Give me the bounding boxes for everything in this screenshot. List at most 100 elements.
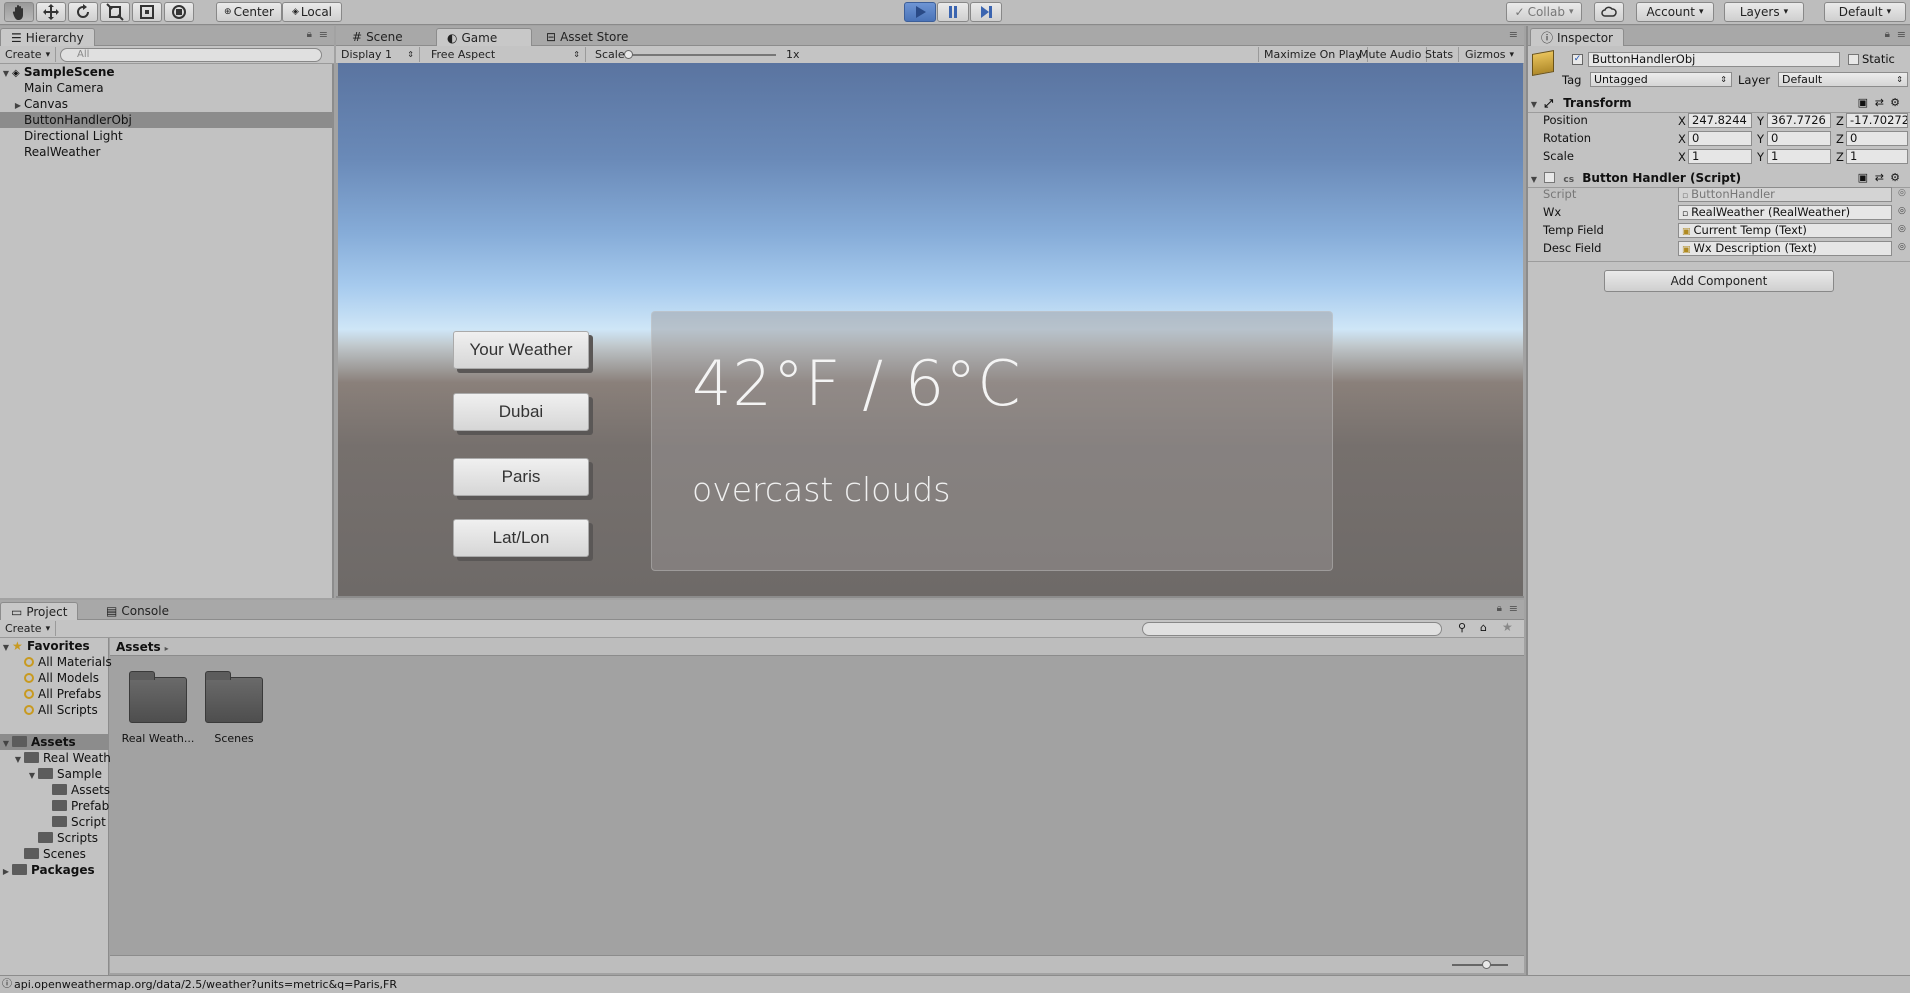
hierarchy-item-realweather[interactable]: RealWeather — [0, 144, 332, 160]
lock-icon[interactable]: 🔒︎ — [1497, 603, 1502, 614]
asset-folder-label[interactable]: Scenes — [194, 732, 274, 745]
tab-hierarchy[interactable]: ☰ Hierarchy — [0, 28, 95, 46]
tab-game[interactable]: ◐ Game — [436, 28, 532, 46]
step-button[interactable] — [970, 2, 1002, 22]
temp-field[interactable]: ▣ Current Temp (Text) — [1678, 223, 1892, 238]
object-picker-icon[interactable]: ◎ — [1898, 224, 1906, 234]
rotate-tool-icon[interactable] — [68, 2, 98, 22]
preset-icon[interactable]: ⇄ — [1875, 168, 1884, 188]
tree-item[interactable]: ▼ Real Weath — [0, 750, 111, 766]
hierarchy-create-button[interactable]: Create ▾ — [0, 47, 57, 62]
tree-item[interactable]: Assets — [0, 782, 110, 798]
mute-audio-toggle[interactable]: Mute Audio — [1354, 47, 1428, 62]
account-dropdown[interactable]: Account ▾ — [1636, 2, 1714, 22]
hierarchy-item-canvas[interactable]: ▶ Canvas — [0, 96, 332, 112]
tab-inspector[interactable]: ⓘ Inspector — [1530, 28, 1624, 46]
project-create-button[interactable]: Create ▾ — [0, 621, 57, 636]
play-button[interactable] — [904, 2, 936, 22]
favorite-item[interactable]: All Prefabs — [0, 686, 101, 702]
folder-icon[interactable] — [129, 671, 187, 723]
hand-tool-icon[interactable] — [4, 2, 34, 22]
transform-header[interactable]: ▼ ⤢ Transform ⚙ ⇄ ▣ — [1528, 93, 1910, 113]
panel-menu-icon[interactable]: ≡ — [1509, 28, 1518, 41]
object-name-field[interactable]: ButtonHandlerObj — [1588, 52, 1840, 67]
favorite-star-icon[interactable]: ★ — [1502, 620, 1513, 634]
scale-slider[interactable]: Scale 1x — [590, 47, 800, 62]
desc-field[interactable]: ▣ Wx Description (Text) — [1678, 241, 1892, 256]
favorite-item[interactable]: All Models — [0, 670, 99, 686]
gizmos-dropdown[interactable]: Gizmos ▾ — [1460, 47, 1519, 62]
filter-type-icon[interactable]: ⚲ — [1458, 621, 1466, 634]
static-checkbox[interactable] — [1848, 54, 1859, 65]
help-book-icon[interactable]: ▣ — [1858, 168, 1868, 188]
lock-icon[interactable]: 🔒︎ — [307, 29, 312, 40]
help-book-icon[interactable]: ▣ — [1858, 93, 1868, 113]
scale-z-field[interactable]: 1 — [1846, 149, 1908, 164]
asset-folder-label[interactable]: Real Weath... — [118, 732, 198, 745]
tab-project[interactable]: ▭ Project — [0, 602, 79, 620]
button-handler-header[interactable]: ▼ cs Button Handler (Script) ⚙ ⇄ ▣ — [1528, 168, 1910, 188]
active-checkbox[interactable]: ✓ — [1572, 54, 1583, 65]
scale-thumb[interactable] — [624, 50, 633, 59]
scene-row[interactable]: ▼ ◈ SampleScene — [0, 64, 332, 80]
dubai-button[interactable]: Dubai — [453, 393, 589, 431]
component-enabled-checkbox[interactable] — [1544, 172, 1556, 183]
scale-x-field[interactable]: 1 — [1688, 149, 1752, 164]
transform-tool-icon[interactable] — [164, 2, 194, 22]
object-picker-icon[interactable]: ◎ — [1898, 242, 1906, 252]
tree-item[interactable]: Script — [0, 814, 106, 830]
tab-asset-store[interactable]: ⊟ Asset Store — [536, 28, 638, 46]
wx-field[interactable]: ▫ RealWeather (RealWeather) — [1678, 205, 1892, 220]
position-y-field[interactable]: 367.7726 — [1767, 113, 1831, 128]
panel-menu-icon[interactable]: ≡ — [1509, 602, 1518, 615]
tab-console[interactable]: ▤ Console — [96, 602, 179, 620]
layer-dropdown[interactable]: Default ⇕ — [1778, 72, 1908, 87]
move-tool-icon[interactable] — [36, 2, 66, 22]
component-settings-icon[interactable]: ⚙ — [1890, 93, 1900, 113]
rotation-x-field[interactable]: 0 — [1688, 131, 1752, 146]
game-view[interactable]: Your Weather Dubai Paris Lat/Lon 42°F / … — [338, 63, 1523, 596]
rect-tool-icon[interactable] — [132, 2, 162, 22]
maximize-on-play-toggle[interactable]: Maximize On Play — [1258, 47, 1368, 62]
tree-item[interactable]: Scenes — [0, 846, 86, 862]
zoom-thumb[interactable] — [1482, 960, 1491, 969]
status-bar[interactable]: ⓘ api.openweathermap.org/data/2.5/weathe… — [0, 975, 1910, 993]
collab-dropdown[interactable]: ✓ Collab ▾ — [1506, 2, 1582, 22]
display-dropdown[interactable]: Display 1 ⇕ — [336, 47, 420, 62]
pivot-local-button[interactable]: ◈ Local — [282, 2, 342, 22]
assets-root-row[interactable]: ▼ Assets — [0, 734, 108, 750]
favorites-row[interactable]: ▼ ★ Favorites — [0, 638, 90, 654]
aspect-dropdown[interactable]: Free Aspect ⇕ — [426, 47, 586, 62]
your-weather-button[interactable]: Your Weather — [453, 331, 589, 369]
scale-tool-icon[interactable] — [100, 2, 130, 22]
tree-item[interactable]: ▼ Sample — [0, 766, 102, 782]
stats-toggle[interactable]: Stats — [1420, 47, 1460, 62]
favorite-item[interactable]: All Materials — [0, 654, 112, 670]
lock-icon[interactable]: 🔒︎ — [1885, 29, 1890, 40]
favorite-item[interactable]: All Scripts — [0, 702, 98, 718]
assets-breadcrumb[interactable]: Assets ▸ — [110, 638, 1524, 656]
hierarchy-search-input[interactable]: All — [60, 48, 322, 62]
tab-scene[interactable]: # Scene — [342, 28, 413, 46]
latlon-button[interactable]: Lat/Lon — [453, 519, 589, 557]
hierarchy-item-directional-light[interactable]: Directional Light — [0, 128, 332, 144]
scale-y-field[interactable]: 1 — [1767, 149, 1831, 164]
object-picker-icon[interactable]: ◎ — [1898, 188, 1906, 198]
pause-button[interactable] — [937, 2, 969, 22]
project-search-input[interactable] — [1142, 622, 1442, 636]
preset-icon[interactable]: ⇄ — [1875, 93, 1884, 113]
add-component-button[interactable]: Add Component — [1604, 270, 1834, 292]
cloud-button[interactable] — [1594, 2, 1624, 22]
panel-menu-icon[interactable]: ≡ — [1897, 28, 1906, 41]
component-settings-icon[interactable]: ⚙ — [1890, 168, 1900, 188]
folder-icon[interactable] — [205, 671, 263, 723]
rotation-z-field[interactable]: 0 — [1846, 131, 1908, 146]
layers-dropdown[interactable]: Layers ▾ — [1724, 2, 1804, 22]
tag-dropdown[interactable]: Untagged ⇕ — [1590, 72, 1732, 87]
layout-dropdown[interactable]: Default ▾ — [1824, 2, 1906, 22]
hierarchy-item-buttonhandlerobj[interactable]: ButtonHandlerObj — [0, 112, 332, 128]
position-x-field[interactable]: 247.8244 — [1688, 113, 1752, 128]
position-z-field[interactable]: -17.70272 — [1846, 113, 1908, 128]
panel-menu-icon[interactable]: ≡ — [319, 28, 328, 41]
tree-item[interactable]: Scripts — [0, 830, 98, 846]
